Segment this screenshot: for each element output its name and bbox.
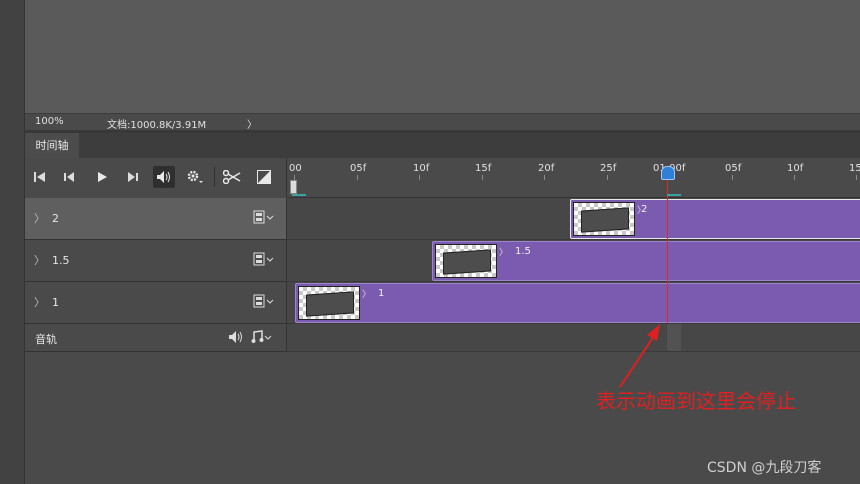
ruler-label: 25f [600, 163, 617, 174]
clip-2[interactable]: 2 〉 [570, 199, 860, 239]
tab-timeline[interactable]: 时间轴 [25, 133, 79, 158]
playback-controls [25, 158, 287, 197]
previous-frame-button[interactable] [59, 166, 81, 188]
work-area-start-handle[interactable] [290, 180, 297, 194]
split-clip-icon [223, 170, 241, 184]
audio-track-highlight [667, 324, 681, 351]
audio-track-header[interactable]: 音轨 [25, 324, 287, 352]
film-strip-icon[interactable] [253, 210, 275, 227]
play-icon [98, 172, 107, 182]
playhead-handle[interactable] [661, 166, 675, 180]
music-note-icon[interactable] [251, 330, 273, 347]
transition-button[interactable] [253, 166, 275, 188]
layer-row-1[interactable]: 〉 1 [25, 282, 287, 324]
audio-toggle-button[interactable] [153, 166, 175, 188]
ruler-label: 05f [350, 163, 367, 174]
canvas-area[interactable] [25, 0, 860, 113]
transition-icon [257, 170, 271, 184]
next-frame-button[interactable] [122, 166, 144, 188]
track-row-2: 2 〉 [287, 198, 860, 240]
ruler-tick [357, 175, 358, 180]
audio-track-lane[interactable] [287, 324, 860, 352]
clip-chevron-icon[interactable]: 〉 [362, 287, 371, 300]
clip-1-5[interactable]: 〉 1.5 [432, 241, 860, 281]
split-clip-button[interactable] [221, 166, 243, 188]
status-bar: 100% 文档:1000.8K/3.91M 〉 [25, 113, 860, 131]
ruler-tick [544, 175, 545, 180]
ruler-label: 10f [413, 163, 430, 174]
timeline-panel: 00 05f 10f 15f 20f 25f 01:00f 05f 10f 15… [25, 158, 860, 484]
clip-thumbnail [435, 244, 497, 278]
ruler-label: 15 [849, 163, 860, 174]
ruler-tick [419, 175, 420, 180]
ruler-tick [732, 175, 733, 180]
film-strip-icon[interactable] [253, 252, 275, 269]
status-menu-arrow-icon[interactable]: 〉 [247, 116, 257, 131]
expand-chevron-icon[interactable]: 〉 [34, 294, 45, 310]
ruler-tick [607, 175, 608, 180]
clip-thumbnail [298, 286, 360, 320]
ruler-label: 10f [787, 163, 804, 174]
watermark: CSDN @九段刀客 [707, 460, 822, 476]
play-button[interactable] [91, 166, 113, 188]
expand-chevron-icon[interactable]: 〉 [34, 252, 45, 268]
clip-label: 1.5 [515, 246, 531, 257]
previous-frame-icon [64, 172, 74, 182]
ruler-label: 05f [725, 163, 742, 174]
ruler-tick [856, 175, 857, 180]
work-area-end-indicator [667, 194, 681, 196]
settings-icon [187, 170, 203, 183]
ruler-label: 20f [538, 163, 555, 174]
ruler-tick [794, 175, 795, 180]
time-ruler[interactable]: 00 05f 10f 15f 20f 25f 01:00f 05f 10f 15 [287, 158, 860, 198]
ruler-tick [482, 175, 483, 180]
document-info: 文档:1000.8K/3.91M [107, 120, 207, 131]
clip-thumbnail [573, 202, 635, 236]
playhead-line[interactable] [667, 176, 668, 323]
clip-1[interactable]: 〉 1 [295, 283, 860, 323]
annotation-text: 表示动画到这里会停止 [596, 389, 796, 413]
first-frame-button[interactable] [29, 166, 51, 188]
panel-tab-strip: 时间轴 [25, 133, 860, 158]
audio-track-label: 音轨 [35, 333, 57, 346]
next-frame-icon [128, 172, 138, 182]
layer-row-2[interactable]: 〉 2 [25, 198, 287, 240]
film-strip-icon[interactable] [253, 294, 275, 311]
ruler-label: 15f [475, 163, 492, 174]
layer-name: 1 [52, 296, 59, 309]
settings-button[interactable] [184, 166, 206, 188]
clip-label: 1 [378, 288, 385, 299]
ruler-label: 00 [289, 163, 302, 174]
toolbar-separator [214, 167, 215, 187]
clip-chevron-icon[interactable]: 〉 [499, 245, 508, 258]
audio-toggle-icon [157, 171, 170, 183]
zoom-level[interactable]: 100% [35, 116, 64, 127]
audio-mute-icon[interactable] [229, 331, 243, 346]
clip-chevron-icon[interactable]: 〉 [637, 203, 646, 216]
track-row-1-5: 〉 1.5 [287, 240, 860, 282]
left-panel-edge [0, 0, 25, 484]
track-row-1: 〉 1 [287, 282, 860, 324]
first-frame-icon [34, 172, 45, 182]
layer-row-1-5[interactable]: 〉 1.5 [25, 240, 287, 282]
work-area-indicator [292, 194, 306, 196]
layer-name: 2 [52, 212, 59, 225]
layer-name: 1.5 [52, 254, 70, 267]
expand-chevron-icon[interactable]: 〉 [34, 210, 45, 226]
